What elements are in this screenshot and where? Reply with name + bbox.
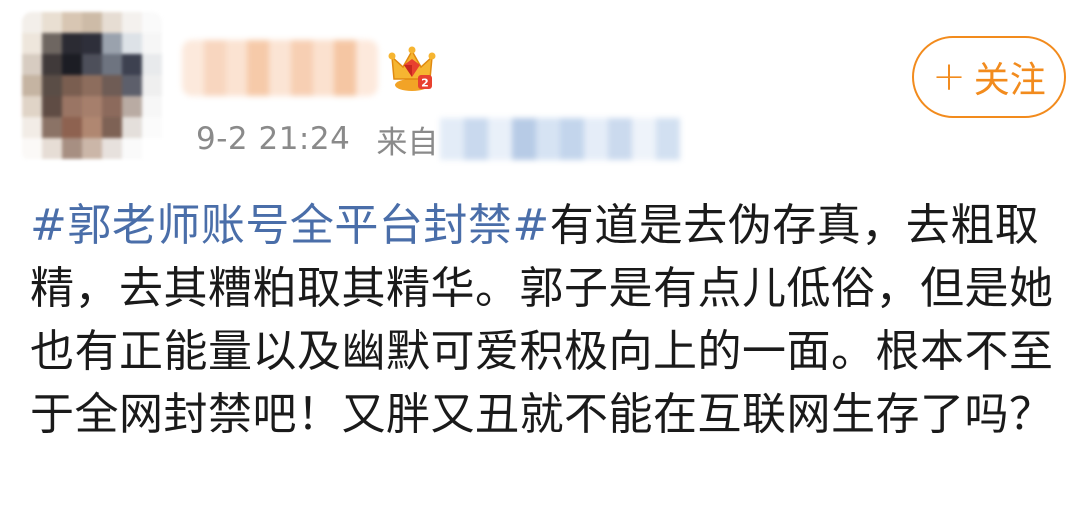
source-prefix: 来自: [376, 124, 439, 161]
post-timestamp: 9-2 21:24: [196, 121, 351, 157]
username-redacted[interactable]: [182, 40, 378, 96]
avatar[interactable]: [22, 12, 162, 162]
crown-badge-icon[interactable]: 2: [388, 45, 438, 93]
source-device-redacted: [440, 118, 681, 160]
hashtag-link[interactable]: #郭老师账号全平台封禁#: [30, 200, 550, 251]
plus-icon: +: [932, 54, 966, 100]
post-meta: 9-2 21:24 来自: [196, 117, 681, 161]
svg-text:2: 2: [421, 77, 429, 90]
follow-button[interactable]: + 关注: [912, 36, 1066, 118]
weibo-post: 2 + 关注 9-2 21:24 来自 #郭老师账号全平台封禁#有道是去伪存真，…: [0, 0, 1083, 511]
follow-label: 关注: [973, 60, 1046, 101]
post-content: #郭老师账号全平台封禁#有道是去伪存真，去粗取精，去其糟粕取其精华。郭子是有点儿…: [30, 194, 1070, 446]
